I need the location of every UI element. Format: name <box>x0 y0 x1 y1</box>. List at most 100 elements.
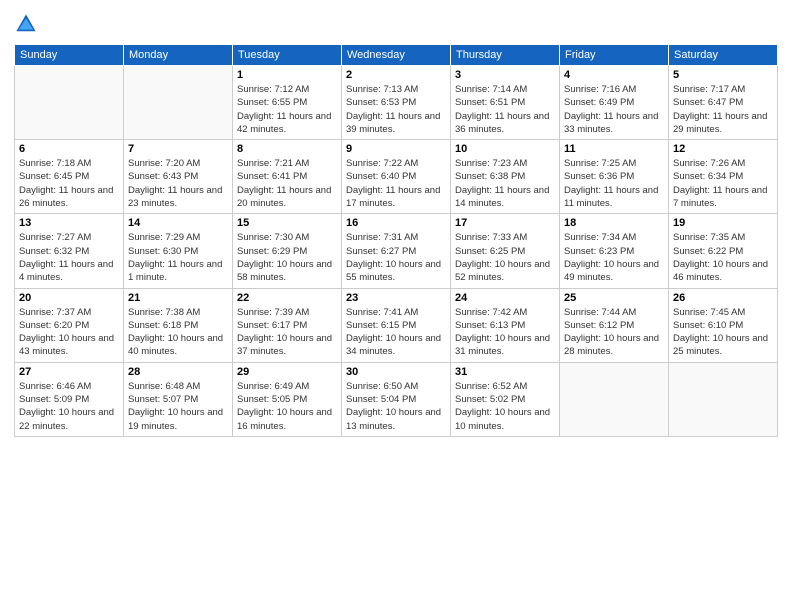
calendar-day-cell <box>560 362 669 436</box>
weekday-header: Thursday <box>451 45 560 66</box>
day-number: 10 <box>455 143 555 155</box>
logo <box>14 12 42 36</box>
calendar-day-cell: 6 Sunrise: 7:18 AM Sunset: 6:45 PM Daylig… <box>15 140 124 214</box>
calendar-day-cell: 4 Sunrise: 7:16 AM Sunset: 6:49 PM Daylig… <box>560 66 669 140</box>
day-number: 4 <box>564 69 664 81</box>
day-number: 18 <box>564 217 664 229</box>
day-detail: Sunrise: 6:50 AM Sunset: 5:04 PM Dayligh… <box>346 380 446 433</box>
day-detail: Sunrise: 7:13 AM Sunset: 6:53 PM Dayligh… <box>346 83 446 136</box>
calendar-day-cell: 10 Sunrise: 7:23 AM Sunset: 6:38 PM Dayli… <box>451 140 560 214</box>
day-detail: Sunrise: 7:38 AM Sunset: 6:18 PM Dayligh… <box>128 306 228 359</box>
calendar-day-cell: 7 Sunrise: 7:20 AM Sunset: 6:43 PM Daylig… <box>124 140 233 214</box>
calendar-day-cell: 3Sunrise: 7:14 AM Sunset: 6:51 PM Daylig… <box>451 66 560 140</box>
day-detail: Sunrise: 7:31 AM Sunset: 6:27 PM Dayligh… <box>346 231 446 284</box>
day-number: 26 <box>673 292 773 304</box>
weekday-header: Saturday <box>669 45 778 66</box>
calendar-day-cell: 8Sunrise: 7:21 AM Sunset: 6:41 PM Daylig… <box>233 140 342 214</box>
calendar-day-cell: 25 Sunrise: 7:44 AM Sunset: 6:12 PM Dayli… <box>560 288 669 362</box>
day-number: 21 <box>128 292 228 304</box>
day-number: 17 <box>455 217 555 229</box>
day-detail: Sunrise: 7:25 AM Sunset: 6:36 PM Dayligh… <box>564 157 664 210</box>
weekday-header: Sunday <box>15 45 124 66</box>
day-number: 24 <box>455 292 555 304</box>
day-detail: Sunrise: 7:22 AM Sunset: 6:40 PM Dayligh… <box>346 157 446 210</box>
day-detail: Sunrise: 7:23 AM Sunset: 6:38 PM Dayligh… <box>455 157 555 210</box>
day-detail: Sunrise: 6:48 AM Sunset: 5:07 PM Dayligh… <box>128 380 228 433</box>
calendar-day-cell: 28 Sunrise: 6:48 AM Sunset: 5:07 PM Dayli… <box>124 362 233 436</box>
calendar-day-cell: 14 Sunrise: 7:29 AM Sunset: 6:30 PM Dayli… <box>124 214 233 288</box>
day-number: 25 <box>564 292 664 304</box>
calendar-day-cell <box>124 66 233 140</box>
calendar-week-row: 20 Sunrise: 7:37 AM Sunset: 6:20 PM Dayli… <box>15 288 778 362</box>
weekday-header: Monday <box>124 45 233 66</box>
calendar-week-row: 27 Sunrise: 6:46 AM Sunset: 5:09 PM Dayli… <box>15 362 778 436</box>
day-detail: Sunrise: 7:39 AM Sunset: 6:17 PM Dayligh… <box>237 306 337 359</box>
day-number: 19 <box>673 217 773 229</box>
day-detail: Sunrise: 7:42 AM Sunset: 6:13 PM Dayligh… <box>455 306 555 359</box>
calendar-day-cell: 9 Sunrise: 7:22 AM Sunset: 6:40 PM Daylig… <box>342 140 451 214</box>
calendar-day-cell: 1 Sunrise: 7:12 AM Sunset: 6:55 PM Daylig… <box>233 66 342 140</box>
day-detail: Sunrise: 7:26 AM Sunset: 6:34 PM Dayligh… <box>673 157 773 210</box>
logo-icon <box>14 12 38 36</box>
calendar-header-row: SundayMondayTuesdayWednesdayThursdayFrid… <box>15 45 778 66</box>
calendar-week-row: 1 Sunrise: 7:12 AM Sunset: 6:55 PM Daylig… <box>15 66 778 140</box>
day-detail: Sunrise: 7:35 AM Sunset: 6:22 PM Dayligh… <box>673 231 773 284</box>
day-detail: Sunrise: 7:14 AM Sunset: 6:51 PM Dayligh… <box>455 83 555 136</box>
calendar-day-cell: 16 Sunrise: 7:31 AM Sunset: 6:27 PM Dayli… <box>342 214 451 288</box>
day-detail: Sunrise: 6:52 AM Sunset: 5:02 PM Dayligh… <box>455 380 555 433</box>
calendar-week-row: 13Sunrise: 7:27 AM Sunset: 6:32 PM Dayli… <box>15 214 778 288</box>
weekday-header: Wednesday <box>342 45 451 66</box>
day-number: 2 <box>346 69 446 81</box>
day-number: 20 <box>19 292 119 304</box>
day-detail: Sunrise: 7:41 AM Sunset: 6:15 PM Dayligh… <box>346 306 446 359</box>
calendar-day-cell: 23 Sunrise: 7:41 AM Sunset: 6:15 PM Dayli… <box>342 288 451 362</box>
day-detail: Sunrise: 7:29 AM Sunset: 6:30 PM Dayligh… <box>128 231 228 284</box>
calendar-day-cell: 31 Sunrise: 6:52 AM Sunset: 5:02 PM Dayli… <box>451 362 560 436</box>
calendar-day-cell: 29Sunrise: 6:49 AM Sunset: 5:05 PM Dayli… <box>233 362 342 436</box>
calendar-day-cell: 17 Sunrise: 7:33 AM Sunset: 6:25 PM Dayli… <box>451 214 560 288</box>
day-number: 12 <box>673 143 773 155</box>
day-detail: Sunrise: 7:44 AM Sunset: 6:12 PM Dayligh… <box>564 306 664 359</box>
calendar-table: SundayMondayTuesdayWednesdayThursdayFrid… <box>14 44 778 437</box>
day-detail: Sunrise: 7:27 AM Sunset: 6:32 PM Dayligh… <box>19 231 119 284</box>
calendar-day-cell: 2 Sunrise: 7:13 AM Sunset: 6:53 PM Daylig… <box>342 66 451 140</box>
calendar-week-row: 6 Sunrise: 7:18 AM Sunset: 6:45 PM Daylig… <box>15 140 778 214</box>
day-number: 9 <box>346 143 446 155</box>
day-number: 1 <box>237 69 337 81</box>
day-number: 8 <box>237 143 337 155</box>
day-number: 31 <box>455 366 555 378</box>
header <box>14 12 778 36</box>
calendar-day-cell: 27 Sunrise: 6:46 AM Sunset: 5:09 PM Dayli… <box>15 362 124 436</box>
day-detail: Sunrise: 6:46 AM Sunset: 5:09 PM Dayligh… <box>19 380 119 433</box>
day-detail: Sunrise: 7:37 AM Sunset: 6:20 PM Dayligh… <box>19 306 119 359</box>
calendar-day-cell: 24 Sunrise: 7:42 AM Sunset: 6:13 PM Dayli… <box>451 288 560 362</box>
calendar-body: 1 Sunrise: 7:12 AM Sunset: 6:55 PM Daylig… <box>15 66 778 437</box>
day-detail: Sunrise: 7:16 AM Sunset: 6:49 PM Dayligh… <box>564 83 664 136</box>
page: SundayMondayTuesdayWednesdayThursdayFrid… <box>0 0 792 612</box>
day-detail: Sunrise: 7:12 AM Sunset: 6:55 PM Dayligh… <box>237 83 337 136</box>
day-number: 14 <box>128 217 228 229</box>
calendar-day-cell: 19 Sunrise: 7:35 AM Sunset: 6:22 PM Dayli… <box>669 214 778 288</box>
calendar-day-cell: 15Sunrise: 7:30 AM Sunset: 6:29 PM Dayli… <box>233 214 342 288</box>
weekday-header: Tuesday <box>233 45 342 66</box>
day-number: 7 <box>128 143 228 155</box>
day-number: 27 <box>19 366 119 378</box>
calendar-day-cell: 12 Sunrise: 7:26 AM Sunset: 6:34 PM Dayli… <box>669 140 778 214</box>
day-number: 23 <box>346 292 446 304</box>
calendar-day-cell: 30Sunrise: 6:50 AM Sunset: 5:04 PM Dayli… <box>342 362 451 436</box>
day-detail: Sunrise: 7:20 AM Sunset: 6:43 PM Dayligh… <box>128 157 228 210</box>
day-number: 28 <box>128 366 228 378</box>
calendar-day-cell: 26 Sunrise: 7:45 AM Sunset: 6:10 PM Dayli… <box>669 288 778 362</box>
day-detail: Sunrise: 7:45 AM Sunset: 6:10 PM Dayligh… <box>673 306 773 359</box>
calendar-day-cell <box>15 66 124 140</box>
day-detail: Sunrise: 7:18 AM Sunset: 6:45 PM Dayligh… <box>19 157 119 210</box>
day-number: 16 <box>346 217 446 229</box>
day-number: 6 <box>19 143 119 155</box>
day-number: 29 <box>237 366 337 378</box>
calendar-day-cell: 21 Sunrise: 7:38 AM Sunset: 6:18 PM Dayli… <box>124 288 233 362</box>
calendar-day-cell: 22Sunrise: 7:39 AM Sunset: 6:17 PM Dayli… <box>233 288 342 362</box>
day-number: 5 <box>673 69 773 81</box>
day-detail: Sunrise: 7:17 AM Sunset: 6:47 PM Dayligh… <box>673 83 773 136</box>
day-detail: Sunrise: 7:33 AM Sunset: 6:25 PM Dayligh… <box>455 231 555 284</box>
weekday-header: Friday <box>560 45 669 66</box>
